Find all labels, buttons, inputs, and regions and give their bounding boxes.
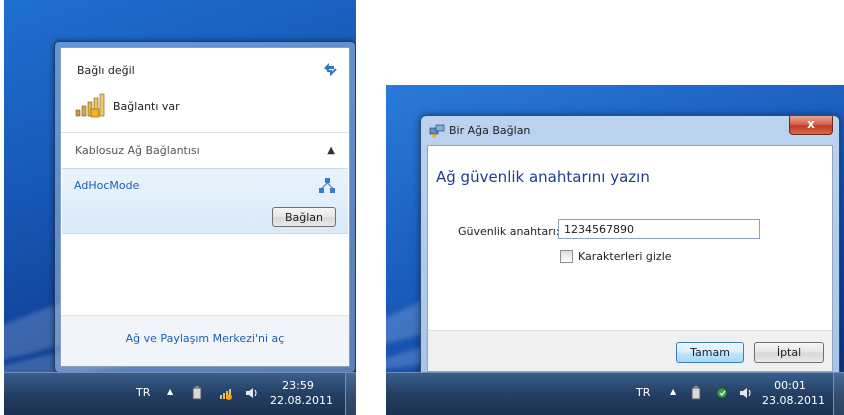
ok-button[interactable]: Tamam <box>676 342 744 363</box>
language-indicator[interactable]: TR <box>136 386 150 399</box>
signal-bars-icon <box>75 92 107 118</box>
refresh-icon[interactable] <box>321 60 339 77</box>
dialog-title: Bir Ağa Bağlan <box>449 124 531 137</box>
close-icon[interactable]: x <box>789 116 833 135</box>
network-name: AdHocMode <box>74 179 140 192</box>
network-flyout: Bağlı değil Bağlantı var Kablosuz Ağ Bağ… <box>54 41 356 373</box>
left-screenshot: Bağlı değil Bağlantı var Kablosuz Ağ Bağ… <box>4 0 356 415</box>
hide-characters-row[interactable]: Karakterleri gizle <box>560 250 672 263</box>
show-hidden-icons-arrow[interactable]: ▲ <box>167 387 173 396</box>
dialog-footer: Tamam İptal <box>428 330 832 371</box>
flyout-panel: Bağlı değil Bağlantı var Kablosuz Ağ Bağ… <box>60 47 350 367</box>
clock-date: 22.08.2011 <box>270 394 333 407</box>
power-icon[interactable] <box>189 385 205 401</box>
volume-icon[interactable] <box>738 385 754 401</box>
dialog-heading: Ağ güvenlik anahtarını yazın <box>436 168 650 186</box>
show-hidden-icons-arrow[interactable]: ▲ <box>670 387 676 396</box>
security-key-label: Güvenlik anahtarı: <box>458 225 560 238</box>
network-list-item[interactable]: AdHocMode Bağlan <box>62 168 348 234</box>
cancel-button[interactable]: İptal <box>754 342 824 363</box>
show-desktop-button[interactable] <box>833 373 844 415</box>
connect-button[interactable]: Bağlan <box>272 207 336 227</box>
clock[interactable]: 00:01 23.08.2011 <box>762 378 825 408</box>
hide-characters-checkbox[interactable] <box>560 250 573 263</box>
clock-time: 00:01 <box>774 379 806 392</box>
volume-icon[interactable] <box>244 385 260 401</box>
adhoc-network-icon <box>318 177 336 195</box>
flyout-footer: Ağ ve Paylaşım Merkezi'ni aç <box>61 315 349 366</box>
network-sharing-center-link[interactable]: Ağ ve Paylaşım Merkezi'ni aç <box>61 332 349 345</box>
dialog-body: Ağ güvenlik anahtarını yazın Güvenlik an… <box>427 145 833 372</box>
network-tray-icon[interactable] <box>714 385 730 401</box>
connection-status: Bağlı değil <box>77 64 135 77</box>
right-screenshot: Bir Ağa Bağlan x Ağ güvenlik anahtarını … <box>386 85 844 415</box>
hide-characters-label[interactable]: Karakterleri gizle <box>578 250 672 263</box>
clock-date: 23.08.2011 <box>762 394 825 407</box>
chevron-up-icon[interactable]: ▲ <box>327 145 335 156</box>
access-status: Bağlantı var <box>113 100 180 113</box>
power-icon[interactable] <box>688 385 704 401</box>
taskbar: TR ▲ 23:59 22.08.2011 <box>4 372 356 415</box>
section-title: Kablosuz Ağ Bağlantısı <box>75 144 200 157</box>
network-tray-icon[interactable] <box>218 385 234 401</box>
security-key-input[interactable] <box>558 219 760 239</box>
network-dialog-icon <box>429 123 445 139</box>
connect-to-network-dialog: Bir Ağa Bağlan x Ağ güvenlik anahtarını … <box>420 115 840 379</box>
clock[interactable]: 23:59 22.08.2011 <box>270 378 333 408</box>
show-desktop-button[interactable] <box>345 373 356 415</box>
divider <box>61 132 349 133</box>
taskbar: TR ▲ 00:01 23.08.2011 <box>386 372 844 415</box>
clock-time: 23:59 <box>282 379 314 392</box>
language-indicator[interactable]: TR <box>636 386 650 399</box>
